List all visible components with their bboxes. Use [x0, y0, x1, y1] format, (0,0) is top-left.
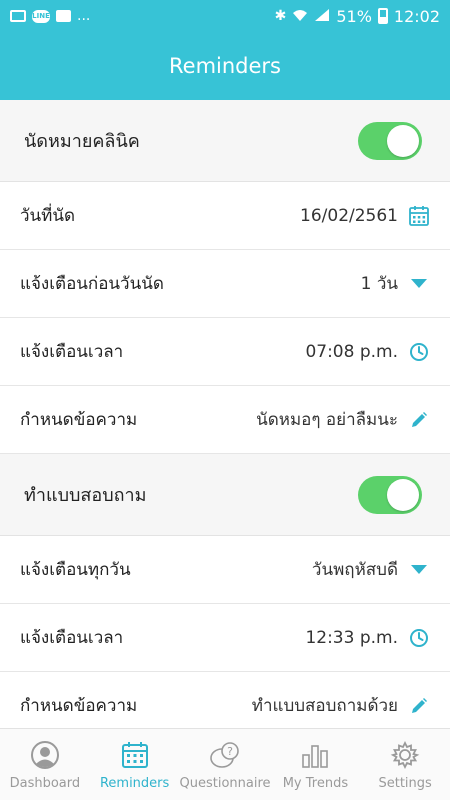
notify-everyday-row[interactable]: แจ้งเตือนทุกวัน วันพฤหัสบดี — [0, 536, 450, 604]
clinic-reminder-toggle[interactable] — [358, 121, 422, 160]
clock-icon[interactable] — [408, 627, 430, 649]
row-label: กำหนดข้อความ — [20, 696, 138, 716]
tab-label: Dashboard — [9, 776, 81, 791]
edit-pencil-icon[interactable] — [408, 409, 430, 431]
questionnaire-section-title: ทำแบบสอบถาม — [24, 485, 147, 506]
line-notification-icon: LINE — [32, 9, 50, 23]
questionnaire-notify-time-value: 12:33 p.m. — [305, 627, 398, 648]
tab-label: Reminders — [99, 776, 170, 791]
dropdown-caret-icon[interactable] — [408, 559, 430, 581]
notify-before-row[interactable]: แจ้งเตือนก่อนวันนัด 1 วัน — [0, 250, 450, 318]
toggle-knob — [387, 478, 419, 511]
wifi-icon — [292, 8, 308, 25]
reminders-list: นัดหมายคลินิค วันที่นัด 16/02/2561 แจ้งเ… — [0, 100, 450, 728]
tab-label: My Trends — [282, 776, 349, 791]
tab-label: Settings — [378, 776, 432, 791]
notify-before-value: 1 วัน — [360, 274, 398, 294]
tab-questionnaire[interactable]: ? Questionnaire — [180, 729, 271, 800]
appointment-date-value: 16/02/2561 — [300, 205, 398, 226]
row-label: แจ้งเตือนเวลา — [20, 342, 124, 362]
toggle-knob — [387, 124, 419, 157]
tab-dashboard[interactable]: Dashboard — [0, 729, 90, 800]
row-label: แจ้งเตือนก่อนวันนัด — [20, 274, 164, 294]
clock-icon[interactable] — [408, 341, 430, 363]
clinic-notify-time-value: 07:08 p.m. — [305, 341, 398, 362]
row-label: แจ้งเตือนเวลา — [20, 628, 124, 648]
calendar-icon — [119, 739, 151, 771]
calendar-icon[interactable] — [408, 205, 430, 227]
questionnaire-message-value: ทำแบบสอบถามด้วย — [251, 696, 398, 716]
clinic-section-title: นัดหมายคลินิค — [24, 131, 140, 152]
gear-icon — [389, 739, 421, 771]
battery-percent: 51% — [336, 6, 372, 26]
more-notifications-text: ... — [77, 8, 91, 24]
status-bar-left: LINE ... — [10, 9, 90, 23]
notify-day-value: วันพฤหัสบดี — [311, 560, 398, 580]
tab-settings[interactable]: Settings — [360, 729, 450, 800]
clinic-message-row[interactable]: กำหนดข้อความ นัดหมอๆ อย่าลืมนะ — [0, 386, 450, 454]
questionnaire-message-row[interactable]: กำหนดข้อความ ทำแบบสอบถามด้วย — [0, 672, 450, 728]
questionnaire-section-header: ทำแบบสอบถาม — [0, 454, 450, 536]
profile-icon — [29, 739, 61, 771]
questionnaire-notify-time-row[interactable]: แจ้งเตือนเวลา 12:33 p.m. — [0, 604, 450, 672]
app-header: Reminders — [0, 32, 450, 100]
bluetooth-icon: ✱ — [274, 8, 287, 24]
clinic-section-header: นัดหมายคลินิค — [0, 100, 450, 182]
clinic-message-value: นัดหมอๆ อย่าลืมนะ — [256, 410, 398, 430]
edit-pencil-icon[interactable] — [408, 695, 430, 717]
status-bar: LINE ... ✱ 51% 12:02 — [0, 0, 450, 32]
gallery-notification-icon — [10, 10, 26, 22]
questionnaire-reminder-toggle[interactable] — [358, 475, 422, 514]
appointment-date-row[interactable]: วันที่นัด 16/02/2561 — [0, 182, 450, 250]
tab-reminders[interactable]: Reminders — [90, 729, 180, 800]
message-notification-icon — [56, 10, 71, 22]
tab-label: Questionnaire — [179, 776, 271, 791]
svg-text:?: ? — [227, 745, 233, 758]
bottom-tab-bar: Dashboard Reminders ? Questionnaire My T… — [0, 728, 450, 800]
clinic-notify-time-row[interactable]: แจ้งเตือนเวลา 07:08 p.m. — [0, 318, 450, 386]
bar-chart-icon — [299, 739, 331, 771]
row-label: กำหนดข้อความ — [20, 410, 138, 430]
dropdown-caret-icon[interactable] — [408, 273, 430, 295]
status-bar-right: ✱ 51% 12:02 — [275, 7, 440, 26]
battery-icon — [377, 8, 388, 24]
status-time: 12:02 — [393, 6, 440, 26]
tab-my-trends[interactable]: My Trends — [271, 729, 361, 800]
row-label: แจ้งเตือนทุกวัน — [20, 560, 131, 580]
question-bubble-icon: ? — [209, 739, 241, 771]
signal-icon — [314, 8, 330, 25]
page-title: Reminders — [169, 54, 281, 78]
row-label: วันที่นัด — [20, 206, 76, 226]
